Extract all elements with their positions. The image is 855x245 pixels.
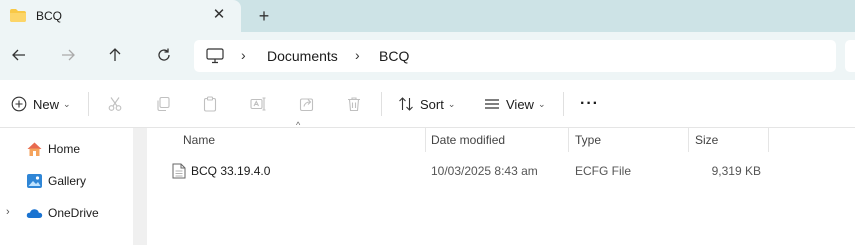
share-icon bbox=[299, 98, 314, 112]
file-type: ECFG File bbox=[575, 164, 632, 178]
divider bbox=[381, 92, 382, 116]
plus-circle-icon bbox=[11, 96, 27, 112]
file-name[interactable]: BCQ 33.19.4.0 bbox=[191, 164, 270, 178]
cut-button[interactable] bbox=[107, 92, 123, 116]
chevron-down-icon: ⌄ bbox=[537, 98, 546, 109]
breadcrumb-separator[interactable]: › bbox=[241, 47, 246, 63]
breadcrumb-bcq[interactable]: BCQ bbox=[379, 48, 409, 64]
pane-splitter[interactable] bbox=[133, 128, 147, 245]
tab-bcq[interactable]: BCQ ✕ bbox=[0, 0, 241, 32]
back-button[interactable] bbox=[7, 43, 31, 67]
home-icon bbox=[27, 142, 42, 156]
column-divider[interactable] bbox=[768, 128, 769, 152]
monitor-icon bbox=[206, 48, 224, 64]
clipboard-icon bbox=[203, 96, 217, 112]
cloud-icon bbox=[26, 209, 43, 218]
new-tab-button[interactable]: + bbox=[253, 5, 275, 27]
sort-button[interactable]: Sort ⌄ bbox=[398, 92, 455, 116]
file-date: 10/03/2025 8:43 am bbox=[431, 164, 538, 178]
chevron-right-icon[interactable]: › bbox=[6, 206, 10, 218]
chevron-down-icon: ⌄ bbox=[447, 98, 456, 109]
close-tab-button[interactable]: ✕ bbox=[210, 6, 228, 24]
navigation-pane: Home Gallery › OneDrive bbox=[0, 128, 133, 245]
column-header-date[interactable]: Date modified bbox=[431, 133, 505, 147]
column-header-row: Name Date modified Type Size bbox=[147, 128, 855, 152]
file-size: 9,319 KB bbox=[711, 164, 761, 178]
new-button[interactable]: New ⌄ bbox=[11, 92, 71, 116]
view-label: View bbox=[506, 96, 534, 112]
view-list-icon bbox=[485, 99, 499, 109]
delete-button[interactable] bbox=[346, 92, 362, 116]
folder-icon bbox=[10, 9, 26, 22]
command-bar: New ⌄ Sort ⌄ View ⌄ ··· bbox=[0, 80, 855, 128]
scissors-icon bbox=[108, 97, 122, 111]
column-header-size[interactable]: Size bbox=[695, 133, 718, 147]
arrow-up-icon bbox=[109, 48, 121, 61]
rename-button[interactable] bbox=[250, 92, 266, 116]
sidebar-item-label: OneDrive bbox=[48, 206, 99, 220]
tab-title: BCQ bbox=[36, 9, 63, 23]
divider bbox=[88, 92, 89, 116]
view-button[interactable]: View ⌄ bbox=[484, 92, 546, 116]
sidebar-item-label: Home bbox=[48, 142, 81, 156]
arrow-left-icon bbox=[12, 49, 25, 61]
column-header-type[interactable]: Type bbox=[575, 133, 601, 147]
sidebar-item-home[interactable]: Home bbox=[0, 137, 133, 161]
paste-button[interactable] bbox=[202, 92, 218, 116]
sort-label: Sort bbox=[420, 96, 444, 112]
navigation-bar: › Documents › BCQ bbox=[0, 32, 855, 80]
search-box[interactable] bbox=[845, 40, 855, 72]
breadcrumb-separator[interactable]: › bbox=[355, 47, 360, 63]
up-button[interactable] bbox=[103, 43, 127, 67]
breadcrumb-documents[interactable]: Documents bbox=[267, 48, 338, 64]
refresh-button[interactable] bbox=[152, 43, 176, 67]
column-divider[interactable] bbox=[425, 128, 426, 152]
file-icon bbox=[172, 163, 186, 179]
column-divider[interactable] bbox=[568, 128, 569, 152]
column-divider[interactable] bbox=[688, 128, 689, 152]
copy-button[interactable] bbox=[155, 92, 171, 116]
new-label: New bbox=[33, 96, 60, 112]
sidebar-item-gallery[interactable]: Gallery bbox=[0, 169, 133, 193]
column-header-name[interactable]: Name bbox=[183, 133, 215, 147]
sort-icon bbox=[399, 97, 413, 111]
gallery-icon bbox=[27, 174, 42, 188]
sidebar-item-onedrive[interactable]: › OneDrive bbox=[0, 201, 133, 225]
copy-icon bbox=[157, 96, 170, 112]
trash-icon bbox=[348, 97, 360, 112]
table-row[interactable]: BCQ 33.19.4.0 10/03/2025 8:43 am ECFG Fi… bbox=[147, 160, 855, 182]
share-button[interactable] bbox=[299, 92, 315, 116]
arrow-right-icon bbox=[62, 49, 75, 61]
sidebar-item-label: Gallery bbox=[48, 174, 87, 188]
more-options-button[interactable]: ··· bbox=[580, 92, 599, 116]
divider bbox=[563, 92, 564, 116]
address-bar[interactable]: › Documents › BCQ bbox=[194, 40, 836, 72]
forward-button[interactable] bbox=[56, 43, 80, 67]
rename-icon bbox=[250, 97, 266, 111]
tab-strip: BCQ ✕ + bbox=[0, 0, 855, 32]
refresh-icon bbox=[158, 48, 170, 61]
chevron-down-icon: ⌄ bbox=[63, 98, 71, 109]
